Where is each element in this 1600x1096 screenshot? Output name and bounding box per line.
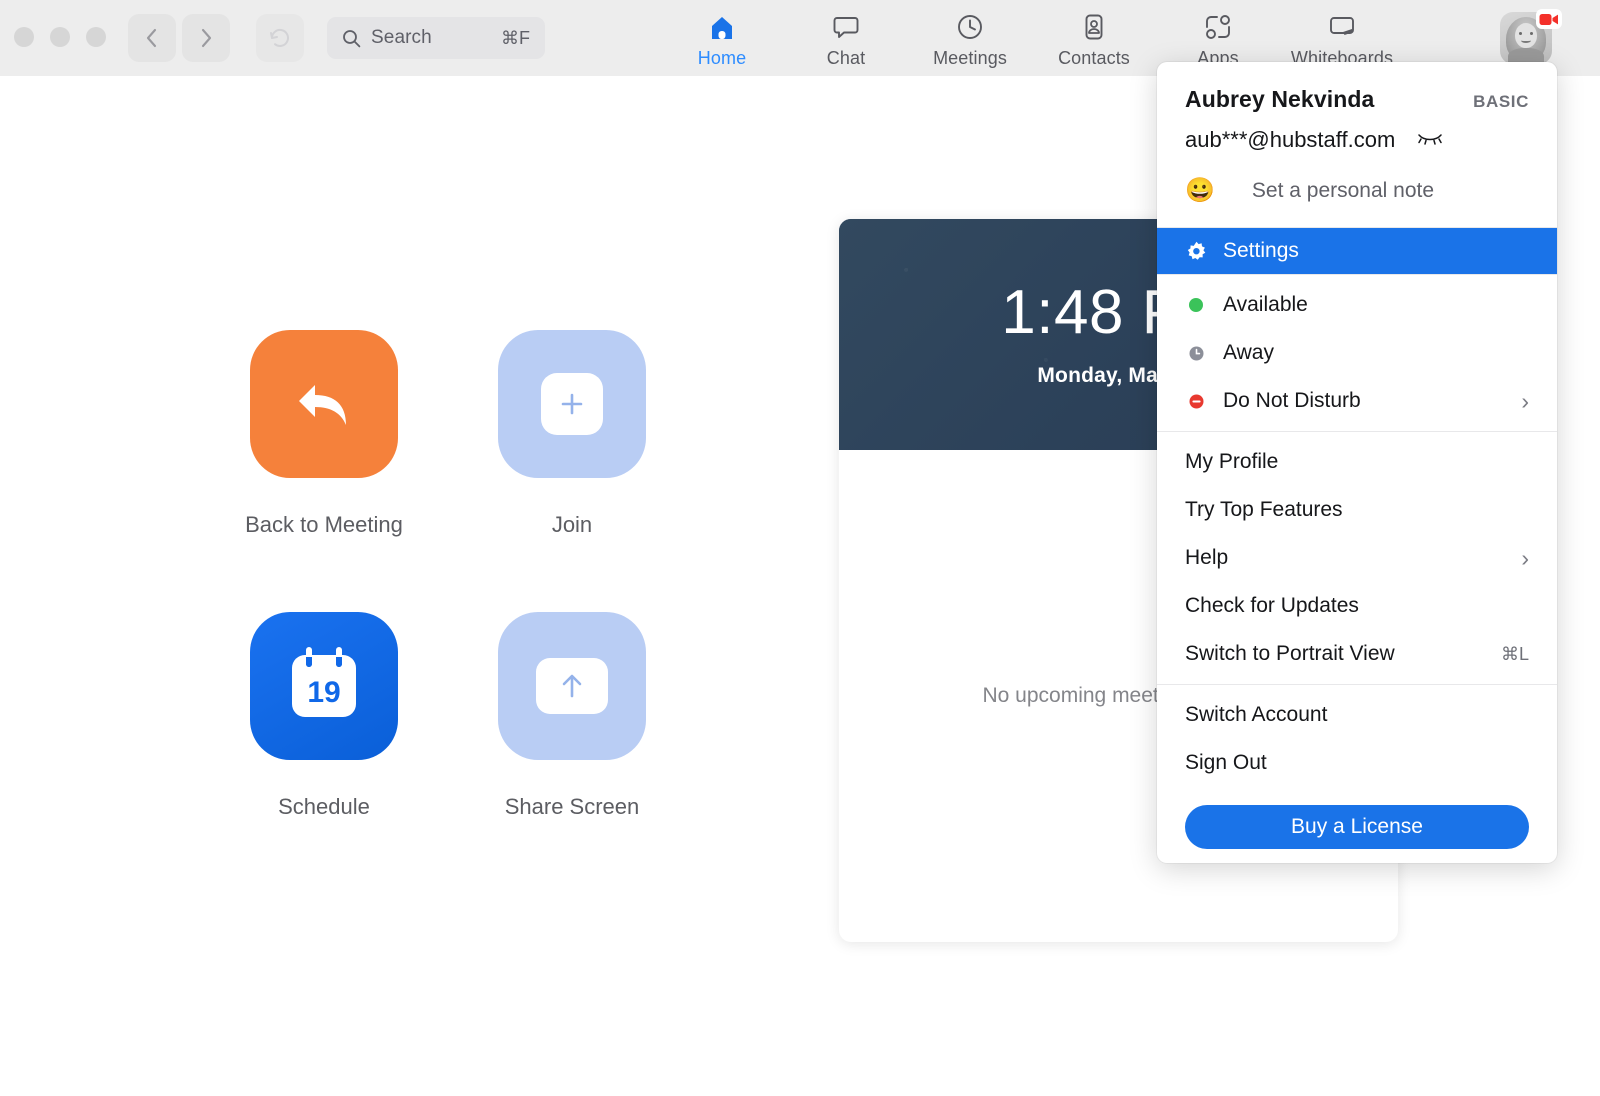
chevron-right-icon (201, 28, 212, 48)
search-shortcut: ⌘F (501, 27, 530, 48)
menu-item-switch-to-portrait-view[interactable]: Switch to Portrait View ⌘L (1157, 630, 1557, 678)
smiley-icon: 😀 (1185, 177, 1215, 204)
menu-item-switch-account-label: Switch Account (1185, 703, 1328, 726)
apps-icon (1203, 12, 1233, 42)
tab-meetings[interactable]: Meetings (908, 6, 1032, 69)
window-controls (14, 27, 106, 47)
minimize-window-button[interactable] (50, 27, 70, 47)
history-icon (270, 29, 289, 47)
chat-icon (831, 12, 861, 42)
menu-item-check-for-updates[interactable]: Check for Updates (1157, 582, 1557, 630)
clock-icon (955, 12, 985, 42)
status-away-icon (1185, 346, 1207, 361)
tab-meetings-label: Meetings (933, 48, 1007, 68)
set-personal-note-label: Set a personal note (1251, 179, 1435, 202)
menu-item-do-not-disturb[interactable]: Do Not Disturb › (1157, 377, 1557, 425)
tab-chat[interactable]: Chat (784, 6, 908, 69)
action-back-to-meeting[interactable]: Back to Meeting (200, 330, 448, 612)
set-personal-note-button[interactable]: 😀 Set a personal note (1157, 153, 1557, 227)
menu-item-do-not-disturb-label: Do Not Disturb (1223, 389, 1361, 412)
buy-a-license-button[interactable]: Buy a License (1185, 805, 1529, 849)
menu-item-my-profile-label: My Profile (1185, 450, 1279, 473)
action-share-screen-label: Share Screen (504, 794, 640, 819)
menu-item-sign-out-label: Sign Out (1185, 751, 1267, 774)
schedule-tile: 19 (250, 612, 398, 760)
menu-item-try-top-features-label: Try Top Features (1185, 498, 1343, 521)
action-join-label: Join (551, 512, 593, 537)
action-join[interactable]: Join (448, 330, 696, 612)
calendar-icon: 19 (292, 647, 356, 717)
profile-avatar-button[interactable] (1500, 9, 1562, 68)
zoom-window-button[interactable] (86, 27, 106, 47)
menu-item-help-label: Help (1185, 546, 1229, 569)
tab-whiteboards[interactable]: Whiteboards (1280, 6, 1404, 69)
menu-item-portrait-shortcut: ⌘L (1500, 643, 1529, 664)
menu-item-help[interactable]: Help › (1157, 534, 1557, 582)
close-window-button[interactable] (14, 27, 34, 47)
status-group: Available Away Do Not Disturb › (1157, 275, 1557, 431)
back-arrow-icon (299, 385, 346, 425)
menu-item-available-label: Available (1223, 293, 1308, 316)
tab-contacts-label: Contacts (1058, 48, 1130, 68)
contacts-icon (1079, 12, 1109, 42)
profile-name: Aubrey Nekvinda (1185, 86, 1375, 112)
whiteboard-icon (1327, 12, 1357, 42)
menu-item-switch-to-portrait-view-label: Switch to Portrait View (1185, 642, 1395, 665)
status-available-icon (1185, 298, 1207, 312)
home-icon (707, 12, 737, 42)
tab-chat-label: Chat (826, 48, 866, 68)
gear-icon (1185, 241, 1207, 262)
profile-header: Aubrey Nekvinda BASIC aub***@hubstaff.co… (1157, 62, 1557, 153)
back-button[interactable] (128, 14, 176, 62)
account-group: Switch Account Sign Out (1157, 685, 1557, 793)
zoom-app-window: Search ⌘F Home Chat Meetings Contacts Ap… (0, 0, 1600, 1096)
menu-item-settings-label: Settings (1223, 239, 1299, 262)
home-action-grid: Back to Meeting Join 19 Schedule Share S… (200, 330, 696, 894)
menu-item-my-profile[interactable]: My Profile (1157, 438, 1557, 486)
menu-item-available[interactable]: Available (1157, 281, 1557, 329)
plan-badge: BASIC (1473, 92, 1529, 111)
calendar-day-number: 19 (307, 676, 341, 709)
action-share-screen[interactable]: Share Screen (448, 612, 696, 894)
menu-item-check-for-updates-label: Check for Updates (1185, 594, 1359, 617)
menu-item-sign-out[interactable]: Sign Out (1157, 739, 1557, 787)
menu-item-settings[interactable]: Settings (1157, 228, 1557, 274)
main-navigation-tabs: Home Chat Meetings Contacts Apps Whitebo… (660, 6, 1404, 69)
upload-arrow-icon (536, 658, 608, 714)
eye-off-icon[interactable] (1417, 130, 1443, 151)
menu-item-away[interactable]: Away (1157, 329, 1557, 377)
chevron-right-icon: › (1521, 544, 1529, 571)
action-schedule-label: Schedule (278, 794, 370, 819)
navigation-buttons (128, 14, 304, 62)
action-schedule[interactable]: 19 Schedule (200, 612, 448, 894)
menu-item-try-top-features[interactable]: Try Top Features (1157, 486, 1557, 534)
search-input[interactable]: Search ⌘F (327, 17, 545, 59)
forward-button[interactable] (182, 14, 230, 62)
tab-contacts[interactable]: Contacts (1032, 6, 1156, 69)
search-placeholder: Search (371, 27, 432, 48)
tab-home[interactable]: Home (660, 6, 784, 69)
links-group: My Profile Try Top Features Help › Check… (1157, 432, 1557, 684)
tab-apps[interactable]: Apps (1156, 6, 1280, 69)
menu-item-switch-account[interactable]: Switch Account (1157, 691, 1557, 739)
plus-icon (541, 373, 603, 435)
status-dnd-icon (1185, 394, 1207, 409)
profile-dropdown-menu: Aubrey Nekvinda BASIC aub***@hubstaff.co… (1157, 62, 1557, 863)
back-to-meeting-tile (250, 330, 398, 478)
menu-item-away-label: Away (1223, 341, 1274, 364)
history-button[interactable] (256, 14, 304, 62)
video-recording-icon (1536, 9, 1562, 29)
share-screen-tile (498, 612, 646, 760)
chevron-right-icon: › (1521, 387, 1529, 414)
profile-email: aub***@hubstaff.com (1185, 127, 1396, 152)
join-tile (498, 330, 646, 478)
search-icon (343, 29, 361, 47)
chevron-left-icon (146, 28, 157, 48)
action-back-to-meeting-label: Back to Meeting (245, 512, 403, 537)
tab-home-label: Home (697, 48, 747, 68)
